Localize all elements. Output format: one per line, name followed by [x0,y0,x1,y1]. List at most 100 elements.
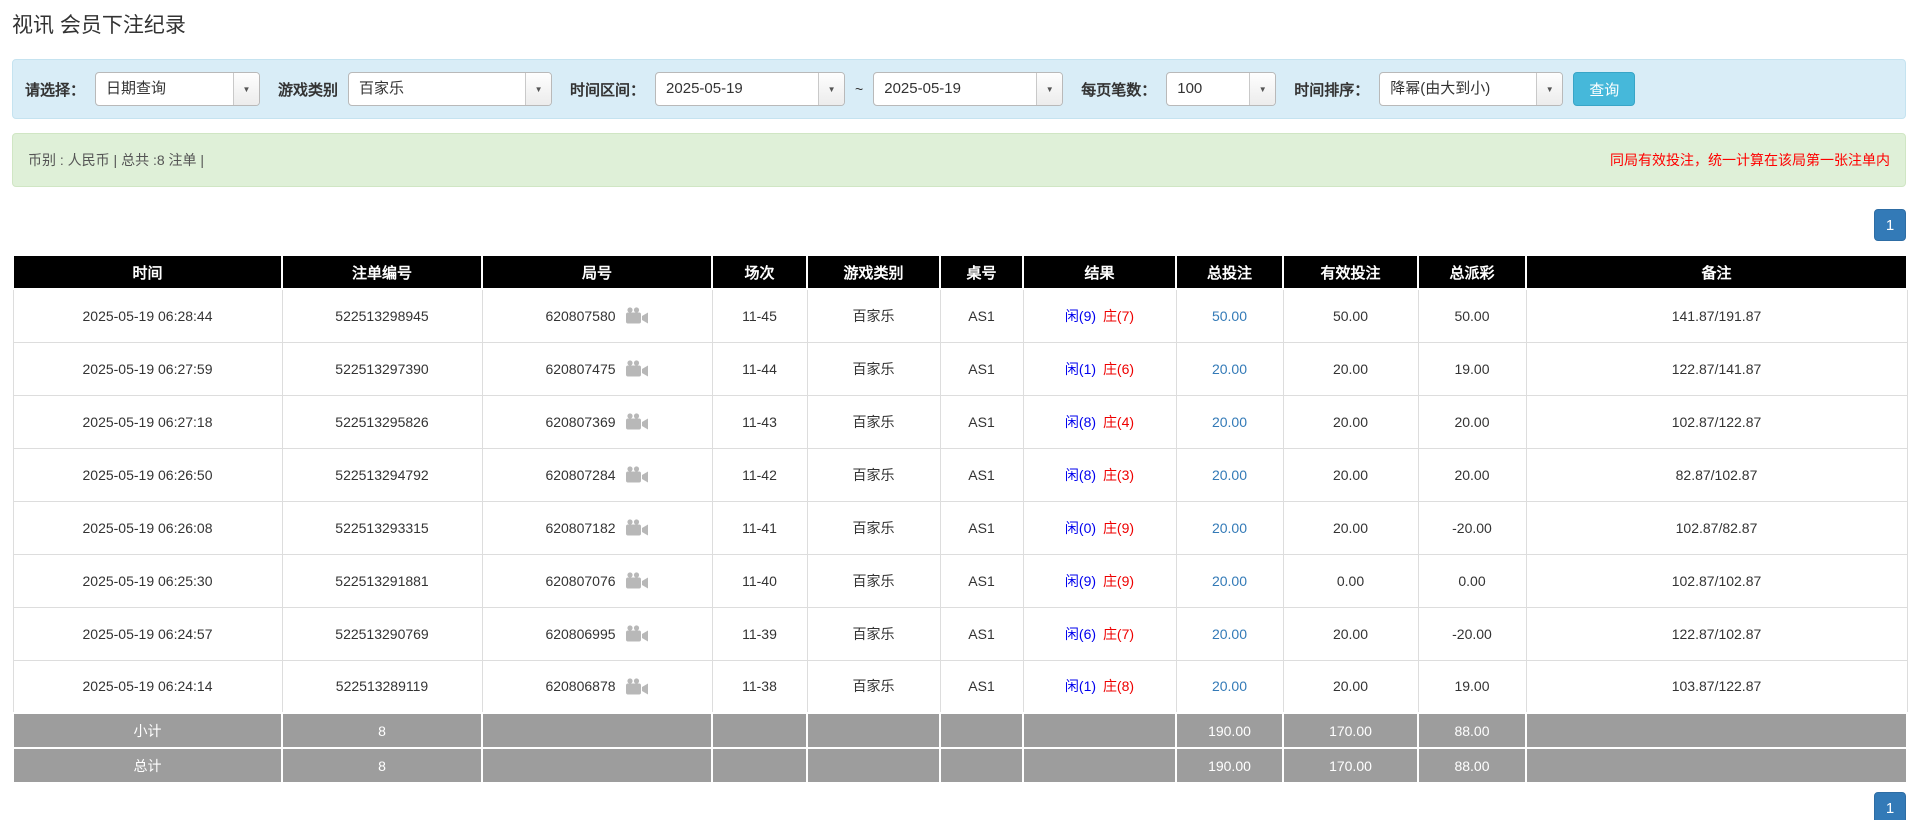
video-icon[interactable] [625,572,649,589]
total-bet-link[interactable]: 20.00 [1212,626,1247,642]
table-row: 2025-05-19 06:26:08 522513293315 6208071… [12,500,1908,555]
chevron-down-icon[interactable]: ▼ [818,73,845,105]
summary-cell: 170.00 [1282,712,1419,749]
column-header: 桌号 [939,254,1024,290]
date-from-select[interactable]: 2025-05-19 ▼ [655,72,846,106]
cell-table-no: AS1 [939,288,1024,343]
time-range-label: 时间区间： [570,81,646,99]
date-to-select[interactable]: 2025-05-19 ▼ [873,72,1064,106]
page-1-button[interactable]: 1 [1874,792,1906,820]
cell-bet-id: 522513293315 [281,500,483,555]
column-header: 总派彩 [1417,254,1527,290]
game-type-select[interactable]: 百家乐 ▼ [348,72,553,106]
cell-game-type: 百家乐 [806,447,941,502]
summary-cell: 88.00 [1417,712,1527,749]
table-row: 2025-05-19 06:27:18 522513295826 6208073… [12,394,1908,449]
total-bet-link[interactable]: 20.00 [1212,573,1247,589]
cell-game-type: 百家乐 [806,394,941,449]
page-container: 视讯 会员下注纪录 请选择： 日期查询 ▼ 游戏类别 百家乐 ▼ 时间区间： 2… [0,13,1919,820]
chevron-down-icon[interactable]: ▼ [1249,73,1276,105]
video-icon[interactable] [625,519,649,536]
cell-valid-bet: 20.00 [1282,606,1419,661]
table-row: 2025-05-19 06:24:14 522513289119 6208068… [12,659,1908,714]
chevron-down-icon[interactable]: ▼ [233,73,260,105]
cell-valid-bet: 20.00 [1282,659,1419,714]
total-bet-link[interactable]: 20.00 [1212,678,1247,694]
cell-table-no: AS1 [939,447,1024,502]
total-bet-link[interactable]: 20.00 [1212,467,1247,483]
cell-valid-bet: 20.00 [1282,394,1419,449]
video-icon[interactable] [625,466,649,483]
cell-total-bet: 20.00 [1175,447,1284,502]
video-icon[interactable] [625,625,649,642]
cell-remark: 102.87/102.87 [1525,553,1908,608]
cell-remark: 103.87/122.87 [1525,659,1908,714]
summary-cell [939,747,1024,784]
summary-cell [1525,747,1908,784]
cell-round: 620807076 [481,553,713,608]
cell-total-bet: 20.00 [1175,553,1284,608]
sort-select[interactable]: 降幂(由大到小) ▼ [1379,72,1564,106]
video-icon[interactable] [625,360,649,377]
chevron-down-icon[interactable]: ▼ [1536,73,1563,105]
cell-total-bet: 50.00 [1175,288,1284,343]
cell-payout: -20.00 [1417,606,1527,661]
chevron-down-icon[interactable]: ▼ [525,73,552,105]
cell-table-no: AS1 [939,394,1024,449]
summary-note-text: 同局有效投注，统一计算在该局第一张注单内 [1610,152,1890,168]
video-icon[interactable] [625,678,649,695]
page-size-select[interactable]: 100 ▼ [1166,72,1277,106]
round-number: 620806878 [545,678,616,695]
cell-round: 620807182 [481,500,713,555]
cell-result: 闲(9) 庄(7) [1022,288,1177,343]
chevron-down-icon[interactable]: ▼ [1036,73,1063,105]
video-icon[interactable] [625,413,649,430]
cell-round: 620807284 [481,447,713,502]
cell-round: 620806878 [481,659,713,714]
cell-payout: -20.00 [1417,500,1527,555]
cell-time: 2025-05-19 06:24:57 [12,606,283,661]
cell-bet-id: 522513291881 [281,553,483,608]
page-1-button[interactable]: 1 [1874,209,1906,241]
cell-valid-bet: 50.00 [1282,288,1419,343]
total-bet-link[interactable]: 50.00 [1212,308,1247,324]
cell-game-type: 百家乐 [806,659,941,714]
cell-payout: 19.00 [1417,341,1527,396]
column-header: 注单编号 [281,254,483,290]
summary-cell: 总计 [12,747,283,784]
result-player: 闲(1) [1064,360,1097,377]
cell-table-no: AS1 [939,659,1024,714]
cell-total-bet: 20.00 [1175,500,1284,555]
cell-round: 620807475 [481,341,713,396]
query-button[interactable]: 查询 [1573,72,1636,106]
cell-table-no: AS1 [939,553,1024,608]
table-footer: 小计 8 190.00 170.00 88.00 总计 8 190.00 170.00 88.00 [12,712,1908,784]
total-bet-link[interactable]: 20.00 [1212,361,1247,377]
cell-session: 11-43 [711,394,808,449]
cell-session: 11-38 [711,659,808,714]
cell-time: 2025-05-19 06:27:59 [12,341,283,396]
cell-session: 11-45 [711,288,808,343]
column-header: 结果 [1022,254,1177,290]
page-size-label: 每页笔数： [1081,81,1157,99]
cell-time: 2025-05-19 06:28:44 [12,288,283,343]
cell-bet-id: 522513289119 [281,659,483,714]
total-bet-link[interactable]: 20.00 [1212,520,1247,536]
cell-remark: 102.87/82.87 [1525,500,1908,555]
bet-records-table: 时间 注单编号 局号 场次 游戏类别 桌号 结果 总投注 有效投注 总派彩 备注 2025-05-1… [12,254,1908,784]
cell-game-type: 百家乐 [806,606,941,661]
column-header: 游戏类别 [806,254,941,290]
result-banker: 庄(3) [1102,466,1135,483]
query-type-select[interactable]: 日期查询 ▼ [95,72,261,106]
round-number: 620807475 [545,360,616,377]
video-icon[interactable] [625,307,649,324]
total-bet-link[interactable]: 20.00 [1212,414,1247,430]
query-type-value: 日期查询 [106,80,167,97]
cell-session: 11-40 [711,553,808,608]
table-row: 2025-05-19 06:25:30 522513291881 6208070… [12,553,1908,608]
cell-payout: 20.00 [1417,394,1527,449]
summary-bar: 币别 : 人民币 | 总共 :8 注单 | 同局有效投注，统一计算在该局第一张注… [12,133,1906,187]
cell-total-bet: 20.00 [1175,394,1284,449]
table-body: 2025-05-19 06:28:44 522513298945 6208075… [12,288,1908,714]
result-player: 闲(9) [1064,307,1097,324]
